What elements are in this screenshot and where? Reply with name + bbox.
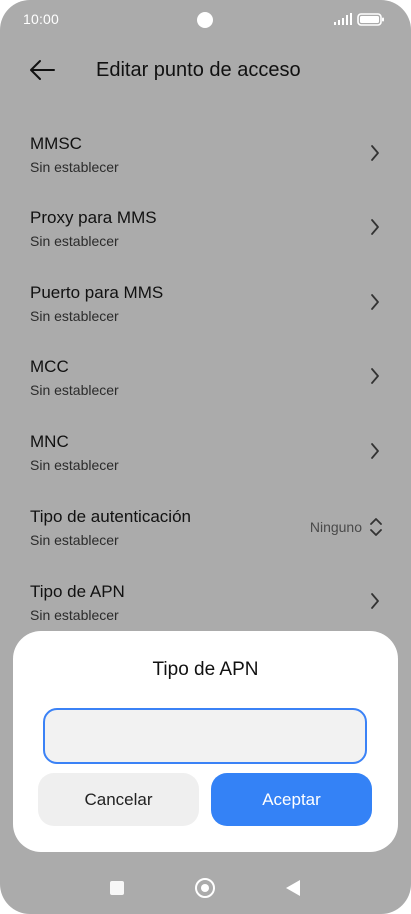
setting-mmsc[interactable]: MMSC Sin establecer [0,126,411,200]
auth-type-value: Ninguno [309,519,362,535]
home-icon-dot [201,884,209,892]
setting-title: Puerto para MMS [30,283,164,302]
phone-screen: 10:00 Editar punto de acceso MMSC Sin es… [0,0,411,914]
camera-cutout [197,12,213,28]
setting-subtitle: Sin establecer [30,532,119,548]
setting-subtitle: Sin establecer [30,233,119,249]
recent-apps-icon[interactable] [110,881,124,895]
setting-mms-proxy[interactable]: Proxy para MMS Sin establecer [0,200,411,274]
battery-icon [357,13,384,26]
chevron-right-icon [371,145,379,161]
apn-type-dialog: Tipo de APN Cancelar Aceptar [13,631,398,852]
home-icon[interactable] [195,878,215,898]
arrow-left-icon[interactable] [28,58,56,82]
setting-mnc[interactable]: MNC Sin establecer [0,424,411,498]
setting-title: Tipo de APN [30,582,125,601]
setting-title: Proxy para MMS [30,208,157,227]
setting-subtitle: Sin establecer [30,457,119,473]
page-title: Editar punto de acceso [96,59,301,81]
setting-subtitle: Sin establecer [30,382,119,398]
dialog-title: Tipo de APN [152,659,259,680]
app-header: Editar punto de acceso [0,40,411,100]
setting-mcc[interactable]: MCC Sin establecer [0,349,411,423]
setting-subtitle: Sin establecer [30,159,119,175]
chevron-right-icon [371,294,379,310]
status-bar: 10:00 [0,0,411,40]
chevron-right-icon [371,443,379,459]
status-time: 10:00 [23,11,60,27]
signal-icon [334,13,352,25]
setting-subtitle: Sin establecer [30,308,119,324]
back-triangle-icon[interactable] [285,879,301,897]
apn-type-input[interactable] [43,708,367,764]
chevron-right-icon [371,593,379,609]
setting-auth-type[interactable]: Tipo de autenticación Sin establecer Nin… [0,499,411,573]
setting-mms-port[interactable]: Puerto para MMS Sin establecer [0,275,411,349]
setting-title: MMSC [30,134,82,153]
setting-title: MNC [30,432,69,451]
chevron-right-icon [371,368,379,384]
chevron-right-icon [371,219,379,235]
chevron-up-down-icon [370,518,382,536]
setting-title: Tipo de autenticación [30,507,191,526]
setting-title: MCC [30,357,69,376]
accept-button[interactable]: Aceptar [211,773,372,826]
navigation-bar [0,866,411,910]
cancel-button[interactable]: Cancelar [38,773,199,826]
setting-subtitle: Sin establecer [30,607,119,623]
